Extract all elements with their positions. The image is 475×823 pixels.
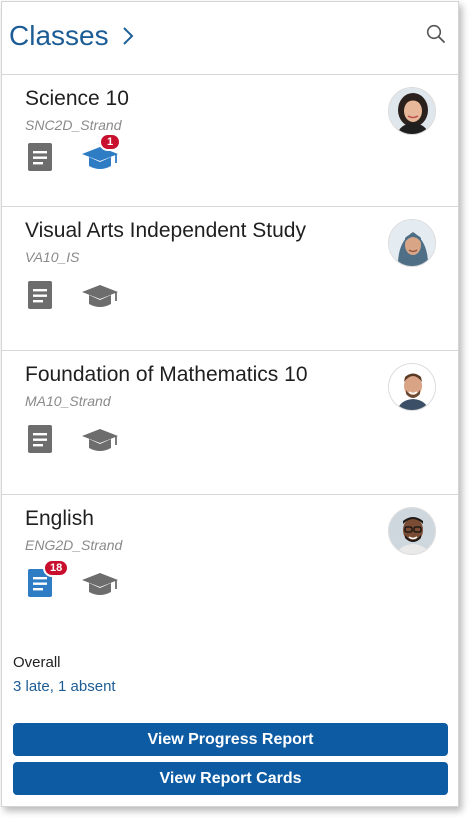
search-icon[interactable]: [426, 24, 446, 44]
document-icon: [28, 425, 52, 453]
attendance-link[interactable]: 3 late, 1 absent: [13, 678, 116, 695]
teacher-avatar: [388, 87, 436, 135]
teacher-avatar: [388, 363, 436, 411]
class-code: ENG2D_Strand: [25, 537, 123, 553]
graduation-cap-icon: [82, 429, 118, 451]
grades-button[interactable]: 1: [81, 133, 121, 173]
overall-summary: Overall 3 late, 1 absent: [13, 654, 116, 695]
assignments-button[interactable]: [25, 141, 55, 173]
page-title: Classes: [9, 20, 109, 51]
class-name: English: [25, 507, 94, 530]
assignments-button[interactable]: 18: [25, 559, 70, 599]
teacher-avatar: [388, 507, 436, 555]
document-icon: [28, 143, 52, 171]
view-report-cards-button[interactable]: View Report Cards: [13, 762, 448, 795]
class-card[interactable]: Foundation of Mathematics 10 MA10_Strand: [2, 350, 458, 494]
grades-button[interactable]: [81, 279, 119, 311]
assignments-button[interactable]: [25, 423, 55, 455]
class-icons: [25, 423, 119, 455]
classes-panel: Classes Science 10 SNC2D_Strand 1 Visual…: [1, 1, 459, 807]
classes-link[interactable]: Classes: [9, 20, 135, 52]
assignments-badge: 18: [43, 559, 70, 577]
grades-button[interactable]: [81, 423, 119, 455]
class-code: SNC2D_Strand: [25, 117, 122, 133]
header: Classes: [2, 2, 458, 74]
class-code: VA10_IS: [25, 249, 80, 265]
grades-badge: 1: [99, 133, 121, 151]
class-icons: 18: [25, 559, 119, 599]
document-icon: [28, 281, 52, 309]
chevron-right-icon: [122, 27, 134, 45]
graduation-cap-icon: [82, 285, 118, 307]
class-card[interactable]: Visual Arts Independent Study VA10_IS: [2, 206, 458, 350]
class-name: Visual Arts Independent Study: [25, 219, 306, 242]
assignments-button[interactable]: [25, 279, 55, 311]
class-name: Foundation of Mathematics 10: [25, 363, 308, 386]
class-name: Science 10: [25, 87, 129, 110]
overall-label: Overall: [13, 654, 61, 671]
class-code: MA10_Strand: [25, 393, 111, 409]
class-icons: 1: [25, 133, 121, 173]
view-progress-report-button[interactable]: View Progress Report: [13, 723, 448, 756]
class-card[interactable]: English ENG2D_Strand 18: [2, 494, 458, 638]
class-icons: [25, 279, 119, 311]
class-card[interactable]: Science 10 SNC2D_Strand 1: [2, 74, 458, 206]
teacher-avatar: [388, 219, 436, 267]
graduation-cap-icon: [82, 573, 118, 595]
grades-button[interactable]: [81, 567, 119, 599]
